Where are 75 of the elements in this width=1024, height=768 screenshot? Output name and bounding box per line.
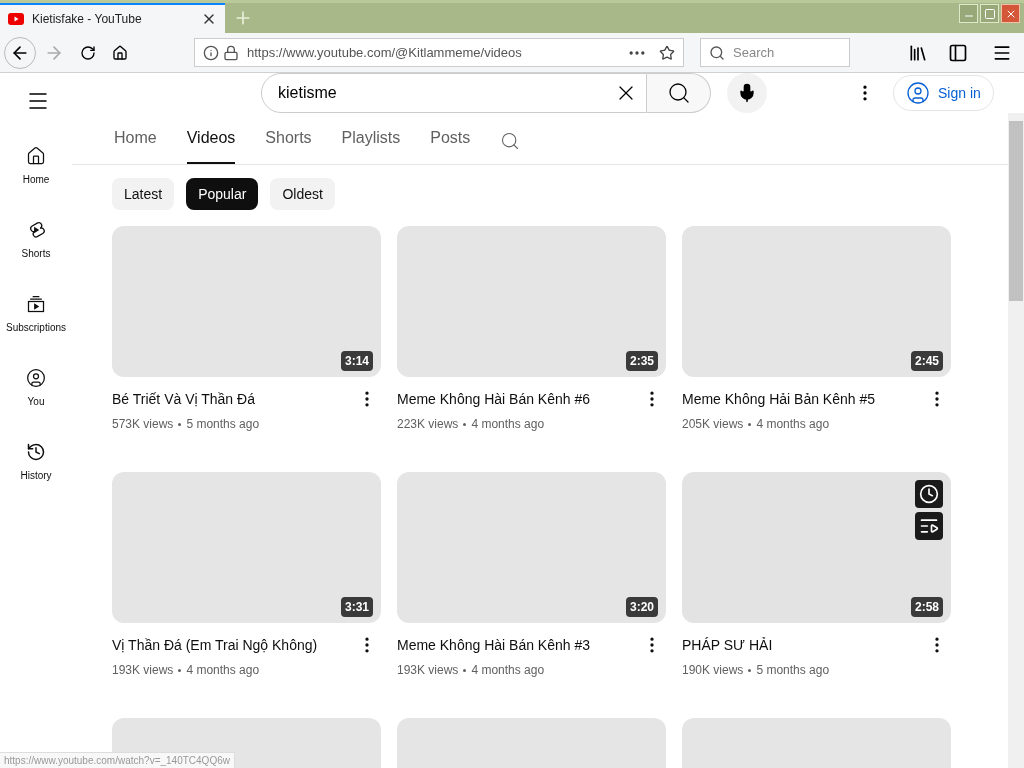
upload-age: 5 months ago — [756, 662, 830, 679]
video-logo-icon — [8, 13, 24, 25]
restore-icon — [983, 7, 996, 20]
sidebar-icon[interactable] — [948, 42, 968, 63]
url-text: https://www.youtube.com/@Kitlammeme/videos — [247, 43, 523, 62]
video-thumbnail[interactable]: 3:20 — [397, 472, 666, 623]
channel-tab[interactable]: Videos — [186, 126, 236, 164]
view-count: 573K views — [112, 416, 174, 433]
video-title[interactable]: Bé Triết Và Vị Thần Đá — [112, 389, 255, 409]
microphone-icon — [737, 83, 757, 103]
search-input[interactable]: kietisme — [278, 81, 614, 105]
video-duration: 3:31 — [340, 597, 373, 617]
search-icon — [709, 44, 725, 61]
close-window-button[interactable] — [1001, 4, 1020, 23]
search-button[interactable] — [647, 73, 711, 113]
info-icon[interactable] — [203, 44, 219, 61]
upload-age: 5 months ago — [186, 416, 260, 433]
video-title[interactable]: Meme Không Hài Bán Kênh #3 — [397, 635, 590, 655]
sidebar-item[interactable]: History — [0, 425, 72, 499]
lock-icon[interactable] — [223, 44, 239, 61]
view-count: 193K views — [397, 662, 459, 679]
video-title[interactable]: Meme Không Hải Bản Kênh #5 — [682, 389, 875, 409]
search-field[interactable]: Search — [700, 38, 850, 67]
user-icon — [26, 367, 46, 388]
view-count: 223K views — [397, 416, 459, 433]
add-to-queue-icon[interactable] — [915, 512, 943, 540]
home-icon — [26, 145, 46, 166]
sidebar-item[interactable]: Subscriptions — [0, 277, 72, 351]
video-title[interactable]: PHÁP SƯ HẢI — [682, 635, 773, 655]
channel-tab[interactable]: Shorts — [265, 126, 312, 164]
bookmark-icon[interactable] — [659, 44, 675, 61]
sidebar-item[interactable]: Home — [0, 129, 72, 203]
channel-tab[interactable]: Playlists — [341, 126, 401, 164]
filter-chip[interactable]: Oldest — [270, 178, 335, 210]
view-count: 193K views — [112, 662, 174, 679]
home-icon[interactable] — [112, 44, 128, 61]
video-thumbnail[interactable]: 3:31 — [112, 472, 381, 623]
upload-age: 4 months ago — [756, 416, 830, 433]
upload-age: 4 months ago — [471, 416, 545, 433]
video-thumbnail[interactable]: 3:14 — [112, 226, 381, 377]
restore-button[interactable] — [980, 4, 999, 23]
status-url-tooltip: https://www.youtube.com/watch?v=_140TC4QQ6w — [0, 752, 235, 768]
video-duration: 2:45 — [910, 351, 943, 371]
filter-chip[interactable]: Popular — [186, 178, 259, 210]
search-input[interactable]: Search — [733, 42, 833, 63]
video-thumbnail[interactable]: 2:35 — [397, 226, 666, 377]
view-count: 205K views — [682, 416, 744, 433]
channel-tab[interactable]: Home — [114, 126, 157, 164]
video-duration: 2:35 — [625, 351, 658, 371]
channel-tab[interactable]: Posts — [430, 126, 471, 164]
upload-age: 4 months ago — [186, 662, 260, 679]
user-icon — [906, 81, 930, 105]
history-icon — [26, 441, 46, 462]
subscriptions-icon — [26, 293, 46, 314]
view-count: 190K views — [682, 662, 744, 679]
address-bar[interactable]: https://www.youtube.com/@Kitlammeme/videos — [194, 38, 684, 67]
scrollbar[interactable] — [1008, 113, 1024, 768]
browser-tab[interactable]: Kietisfake - YouTube — [0, 3, 225, 33]
reload-icon[interactable] — [80, 44, 96, 61]
filter-chip[interactable]: Latest — [112, 178, 175, 210]
voice-search-button[interactable] — [727, 73, 767, 113]
video-duration: 2:58 — [910, 597, 943, 617]
sidebar-item[interactable]: You — [0, 351, 72, 425]
video-title[interactable]: Vị Thần Đá (Em Trai Ngộ Không) — [112, 635, 318, 655]
video-duration: 3:20 — [625, 597, 658, 617]
tab-title: Kietisfake - YouTube — [32, 11, 143, 28]
video-title[interactable]: Meme Không Hài Bán Kênh #6 — [397, 389, 590, 409]
video-thumbnail[interactable]: 2:58 — [682, 472, 951, 623]
search-icon[interactable] — [500, 131, 521, 151]
search-icon — [666, 81, 691, 105]
upload-age: 4 months ago — [471, 662, 545, 679]
video-duration: 3:14 — [340, 351, 373, 371]
sidebar-item[interactable]: Shorts — [0, 203, 72, 277]
video-thumbnail[interactable]: 2:45 — [682, 226, 951, 377]
watch-later-icon[interactable] — [915, 480, 943, 508]
